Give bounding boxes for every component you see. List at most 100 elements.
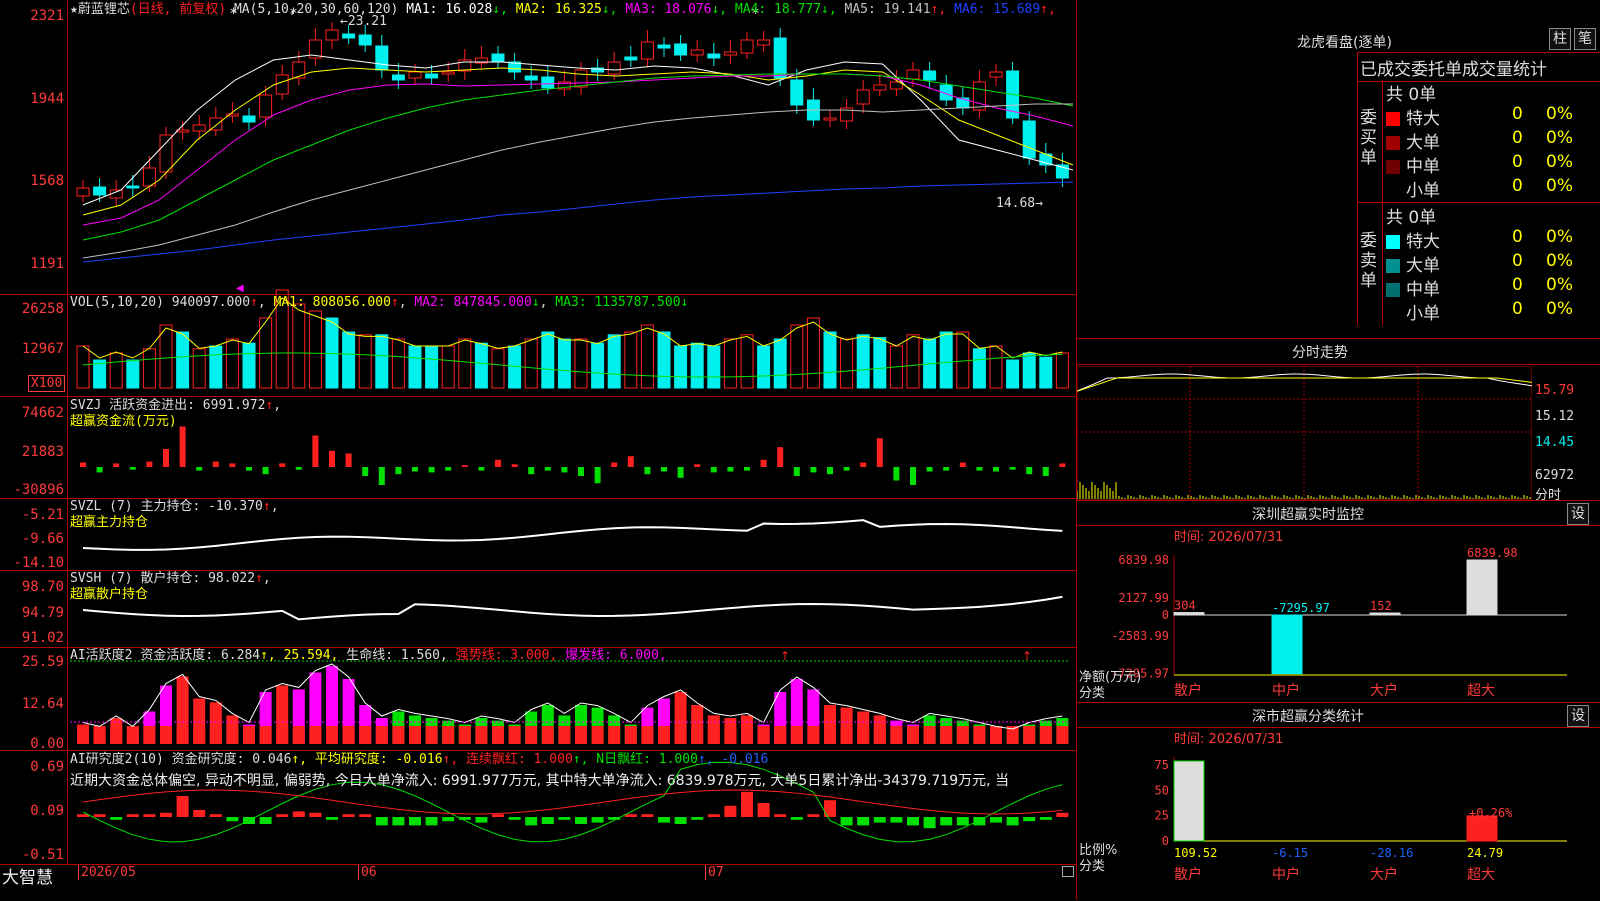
order-percent: 0% [1546, 176, 1573, 196]
flow-bar [295, 467, 302, 470]
date-axis: 大智慧 2026/05 06 07 [0, 864, 1077, 888]
activity-bar [425, 726, 438, 744]
vol-legend: VOL(5,10,20) 940097.000↑, MA1: 808056.00… [70, 295, 689, 310]
indicator-value: 强势线: 3.000, [455, 648, 566, 663]
flow-bar [710, 467, 717, 473]
chart-mark [325, 29, 339, 41]
ma-value: MA6: 15.689 [954, 2, 1041, 17]
color-swatch [1386, 184, 1400, 198]
research-bar [375, 817, 388, 826]
chart-mark [873, 84, 887, 91]
volume-bar [773, 338, 787, 389]
order-count: 0 [1512, 152, 1523, 172]
order-type: 小单 [1406, 304, 1440, 324]
activity-bar [707, 726, 720, 744]
activity-bar [458, 726, 471, 744]
chart-mark [408, 71, 422, 79]
divider [0, 750, 1077, 751]
flow-bar [860, 462, 867, 467]
activity-bar [1056, 726, 1069, 744]
classify-category: 超大 [1467, 867, 1495, 883]
flow-bar [528, 467, 535, 475]
indicator-value: ↑, 平均研究度: -0.016 [291, 752, 443, 767]
research-bar [359, 814, 372, 817]
classify-settings-button[interactable]: 设 [1567, 705, 1589, 727]
flow-bar [561, 467, 568, 473]
activity-bar [857, 726, 870, 744]
star-icon[interactable]: ★ [70, 2, 78, 17]
svzj-sub: 超赢资金流(万元) [70, 414, 177, 429]
chart-mark [93, 186, 107, 196]
flow-bar [793, 467, 800, 476]
order-count: 0 [1512, 104, 1523, 124]
monitor-category: 中户 [1272, 682, 1300, 699]
price-tick: 1568 [30, 173, 64, 189]
activity-bar [243, 726, 255, 744]
monitor-value-label: -7295.97 [1272, 601, 1330, 615]
sell-total: 共 0单 [1386, 208, 1437, 228]
research-bar [409, 817, 421, 826]
volume-bar [76, 345, 90, 389]
activity-bar [93, 726, 106, 744]
activity-bar [259, 726, 272, 744]
monitor-settings-button[interactable]: 设 [1567, 503, 1589, 525]
svzj-tick: 21883 [21, 444, 64, 460]
volume-bar [657, 331, 671, 389]
indicator-value: 资金研究度: 0.046 [171, 752, 292, 767]
activity-bar [276, 726, 289, 744]
volume-bar [972, 348, 986, 389]
stats-header-label: 已成交委托单成交量统计 [1360, 60, 1547, 80]
volume-bar [126, 359, 140, 389]
vol-label: VOL(5,10,20) [70, 295, 164, 310]
chart-mark [790, 79, 804, 106]
flow-bar [96, 467, 103, 473]
activity-bar [608, 726, 621, 744]
low-price-mark: 14.68→ [996, 196, 1043, 211]
research-bar [326, 817, 338, 820]
activity-bar [77, 726, 89, 744]
intraday-price-high: 15.79 [1535, 383, 1575, 398]
volume-bar [856, 334, 870, 389]
flow-bar [843, 467, 850, 471]
volume-bar [989, 345, 1003, 389]
monitor-y-tick: 0 [1162, 608, 1169, 622]
research-bar [641, 814, 654, 817]
price-tick: 1191 [30, 256, 64, 272]
ma-line [82, 181, 1074, 263]
intraday-chart[interactable] [1077, 366, 1532, 500]
period-label: (日线, 前复权) [129, 2, 227, 17]
activity-bar [292, 726, 305, 744]
volume-bar [640, 324, 654, 389]
research-bar [525, 817, 538, 826]
flow-bar [1026, 467, 1033, 475]
order-type: 小单 [1406, 181, 1440, 201]
activity-bar [558, 726, 571, 744]
research-bar [591, 817, 604, 823]
flow-bar [495, 459, 501, 467]
volume-bar [690, 342, 704, 389]
research-bar [508, 817, 521, 820]
intraday-panel[interactable]: 分时走势 15.79 15.12 14.45 62972 分时 [1077, 338, 1600, 503]
flow-bar [262, 467, 269, 475]
chart-mark [674, 43, 688, 56]
classify-header: 深市超赢分类统计 [1077, 703, 1600, 728]
research-bar [292, 811, 305, 817]
brand-logo: 大智慧 [2, 868, 53, 888]
order-count: 0 [1512, 275, 1523, 295]
volume-bar [176, 331, 190, 389]
flow-bar [810, 467, 817, 473]
volume-bar [1039, 356, 1053, 389]
activity-bar [575, 726, 587, 744]
order-percent: 0% [1546, 251, 1573, 271]
chart-mark [574, 69, 588, 88]
monitor-header: 深圳超赢实时监控 [1077, 501, 1600, 526]
tick-mode-button[interactable]: 笔 [1574, 28, 1596, 50]
lock-icon[interactable] [1062, 866, 1074, 877]
research-bar [741, 791, 753, 817]
chart-mark [856, 89, 870, 105]
volume-bar [292, 303, 306, 389]
bar-mode-button[interactable]: 柱 [1549, 28, 1571, 50]
research-bar [126, 814, 139, 817]
flow-bar [511, 464, 518, 467]
indicator-value: 资金活跃度: 6.284 [140, 648, 261, 663]
